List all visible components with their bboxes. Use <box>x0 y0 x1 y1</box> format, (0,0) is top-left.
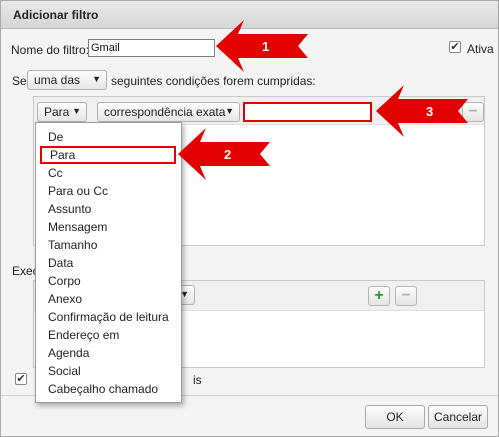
add-action-button[interactable]: + <box>368 286 390 306</box>
callout-arrow-2: 2 <box>178 128 270 180</box>
menu-item-corpo[interactable]: Corpo <box>48 272 81 290</box>
stop-processing-label-end: is <box>193 373 202 387</box>
menu-item-agenda[interactable]: Agenda <box>48 344 89 362</box>
filter-name-label: Nome do filtro: <box>11 43 90 57</box>
match-mode-select[interactable]: uma das ▼ <box>27 70 107 90</box>
menu-item-mensagem[interactable]: Mensagem <box>48 218 107 236</box>
menu-item-cc[interactable]: Cc <box>48 164 63 182</box>
callout-arrow-1: 1 <box>216 20 308 72</box>
conditions-prefix: Se <box>12 74 27 88</box>
rule-value-input[interactable] <box>243 102 372 122</box>
field-dropdown-menu: De Para Cc Para ou Cc Assunto Mensagem T… <box>35 122 182 403</box>
rule-field-value: Para <box>44 105 70 119</box>
menu-item-assunto[interactable]: Assunto <box>48 200 91 218</box>
ok-button[interactable]: OK <box>365 405 425 429</box>
cancel-button[interactable]: Cancelar <box>428 405 488 429</box>
menu-item-tamanho[interactable]: Tamanho <box>48 236 97 254</box>
rule-operator-value: correspondência exata <box>104 105 226 119</box>
chevron-down-icon: ▼ <box>92 74 101 84</box>
chevron-down-icon: ▼ <box>225 106 234 116</box>
minus-icon: − <box>468 103 478 120</box>
callout-number-2: 2 <box>224 147 231 162</box>
active-label: Ativa <box>467 42 494 56</box>
active-checkbox[interactable]: ✔ <box>449 41 461 53</box>
menu-item-de[interactable]: De <box>48 128 63 146</box>
menu-item-confirmacao-de-leitura[interactable]: Confirmação de leitura <box>48 308 169 326</box>
menu-item-endereco-em[interactable]: Endereço em <box>48 326 119 344</box>
callout-arrow-3: 3 <box>376 85 468 137</box>
minus-icon: − <box>401 287 411 304</box>
callout-number-3: 3 <box>426 104 433 119</box>
chevron-down-icon: ▼ <box>72 106 81 116</box>
menu-item-para-ou-cc[interactable]: Para ou Cc <box>48 182 108 200</box>
menu-item-cabecalho-chamado[interactable]: Cabeçalho chamado <box>48 380 158 398</box>
stop-processing-checkbox[interactable]: ✔ <box>15 373 27 385</box>
menu-item-para[interactable]: Para <box>40 146 176 164</box>
rule-field-select[interactable]: Para ▼ <box>37 102 87 122</box>
match-mode-value: uma das <box>34 73 81 87</box>
menu-item-social[interactable]: Social <box>48 362 81 380</box>
filter-name-input[interactable] <box>88 39 215 57</box>
plus-icon: + <box>374 287 384 304</box>
conditions-suffix: seguintes condições forem cumpridas: <box>111 74 316 88</box>
remove-action-button[interactable]: − <box>395 286 417 306</box>
rule-operator-select[interactable]: correspondência exata ▼ <box>97 102 240 122</box>
callout-number-1: 1 <box>262 39 269 54</box>
menu-item-anexo[interactable]: Anexo <box>48 290 82 308</box>
menu-item-data[interactable]: Data <box>48 254 73 272</box>
